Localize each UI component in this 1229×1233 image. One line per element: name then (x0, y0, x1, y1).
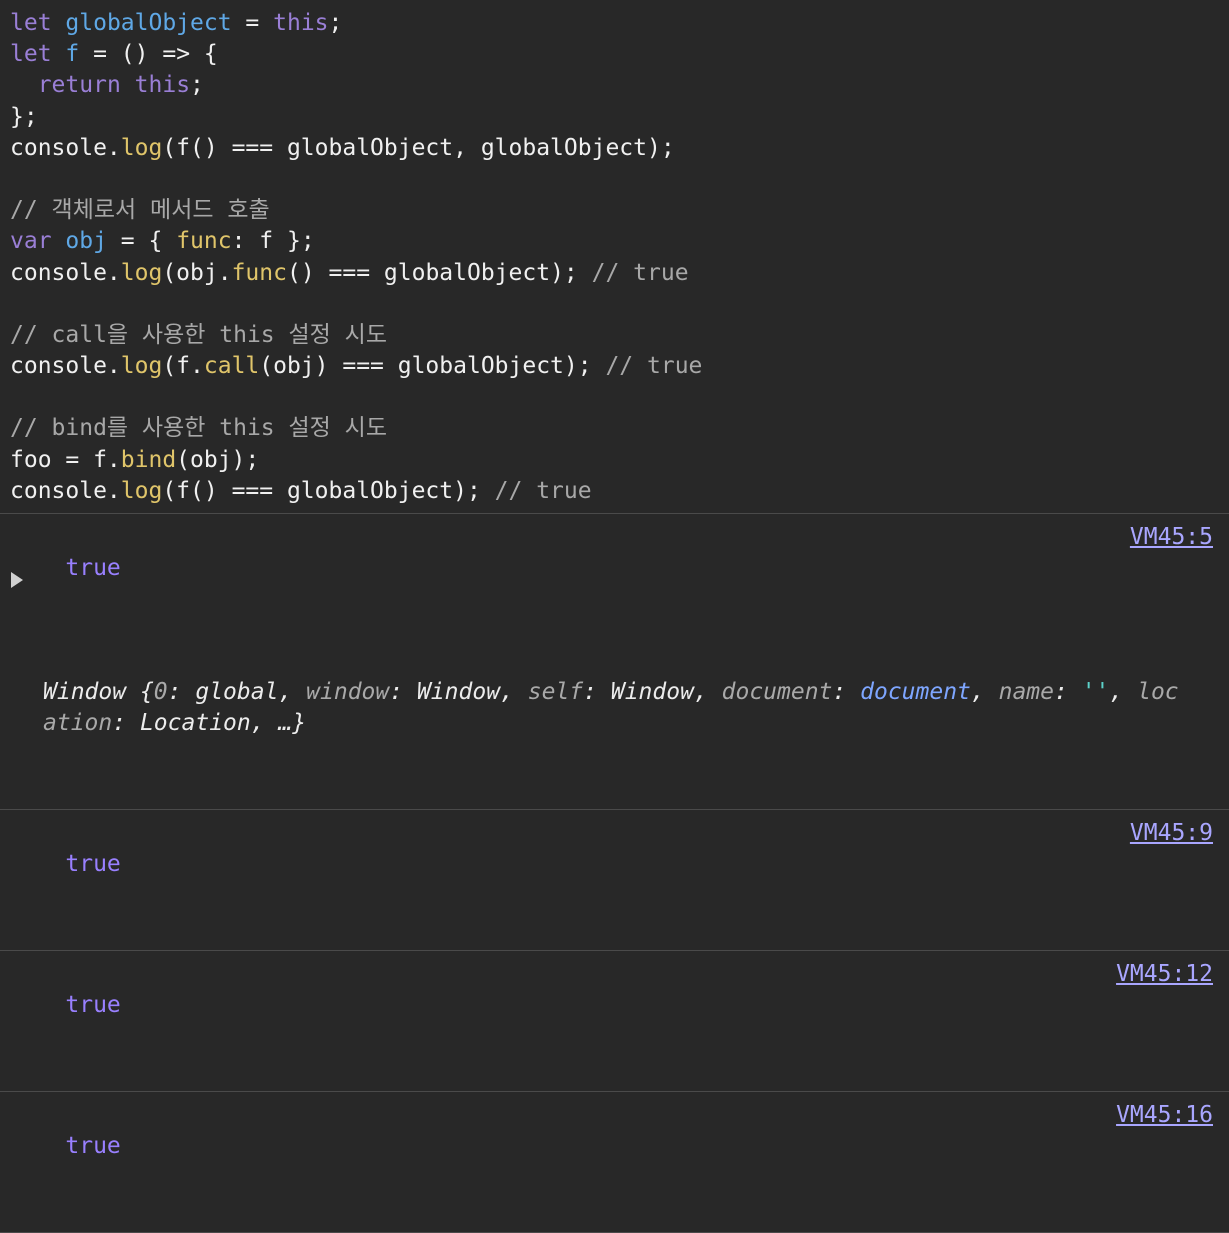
code-comment: // true (494, 477, 592, 504)
code-text: = (231, 10, 274, 36)
function-name: log (120, 353, 163, 380)
code-line-2: let f = () => { (10, 39, 1229, 70)
code-text: (obj. (162, 259, 232, 286)
code-text: (obj); (176, 446, 260, 473)
keyword: return (37, 72, 121, 99)
code-line-12: console.log(f.call(obj) === globalObject… (10, 351, 1229, 382)
object-type: Window (43, 679, 140, 705)
code-comment: // true (591, 259, 689, 286)
code-text: (f. (162, 353, 204, 380)
console-message: true VM45:16 (0, 1091, 1229, 1233)
code-line-1: let globalObject = this; (10, 8, 1229, 39)
source-link[interactable]: VM45:16 (1116, 1100, 1213, 1131)
console-message: true VM45:5 Window {0: global, window: W… (0, 513, 1229, 809)
source-link[interactable]: VM45:5 (1130, 522, 1213, 553)
property-key: name (998, 679, 1054, 705)
keyword: this (273, 10, 329, 36)
keyword: var (10, 228, 52, 255)
function-name: log (120, 259, 163, 286)
code-line-8: var obj = { func: f }; (10, 226, 1229, 257)
ellipsis: , …} (250, 710, 307, 736)
code-line-15: foo = f.bind(obj); (10, 445, 1229, 476)
function-name: func (231, 259, 287, 286)
console-value: true (65, 555, 121, 581)
code-line-3: return this; (10, 70, 1229, 101)
code-text: : f }; (231, 228, 315, 255)
code-text: (f() === globalObject, globalObject); (162, 134, 675, 161)
code-text: console. (10, 477, 121, 504)
expand-triangle-icon[interactable] (11, 572, 23, 588)
code-text: = () => { (79, 41, 218, 68)
code-line-16: console.log(f() === globalObject); // tr… (10, 476, 1229, 507)
property-key: self (527, 679, 584, 705)
code-line-9: console.log(obj.func() === globalObject)… (10, 258, 1229, 289)
code-text: () === globalObject); (286, 259, 592, 286)
code-text: console. (10, 259, 121, 286)
property-value: document (860, 679, 971, 705)
property-value: Window (610, 679, 694, 705)
function-name: call (203, 353, 260, 380)
code-text: = { (106, 228, 177, 255)
property-value: '' (1081, 679, 1110, 705)
code-text: console. (10, 353, 121, 380)
property-key: 0 (153, 679, 168, 705)
code-text: ; (190, 72, 204, 99)
window-object-preview[interactable]: Window {0: global, window: Window, self:… (10, 677, 1183, 739)
brace: { (139, 679, 154, 705)
code-line-5: console.log(f() === globalObject, global… (10, 133, 1229, 164)
console-message: true VM45:9 (0, 809, 1229, 950)
console-output: true VM45:5 Window {0: global, window: W… (0, 513, 1229, 1233)
code-comment: // bind를 사용한 this 설정 시도 (10, 415, 387, 442)
console-value: true (65, 992, 121, 1018)
property-key: window (306, 679, 390, 705)
variable: f (65, 41, 80, 68)
property-name: func (176, 228, 232, 255)
function-name: log (120, 134, 163, 161)
keyword: let (10, 41, 52, 68)
variable: obj (65, 228, 107, 255)
keyword: let (10, 10, 52, 36)
keyword: this (134, 72, 191, 99)
function-name: bind (120, 446, 177, 473)
code-text: (obj) === globalObject); (259, 353, 606, 380)
code-text: (f() === globalObject); (162, 477, 495, 504)
source-link[interactable]: VM45:9 (1130, 818, 1213, 849)
variable: globalObject (65, 10, 232, 36)
console-value: true (65, 1133, 121, 1159)
code-editor: let globalObject = this; let f = () => {… (0, 0, 1229, 507)
console-message: true VM45:12 (0, 950, 1229, 1091)
code-comment: // 객체로서 메서드 호출 (10, 197, 270, 224)
code-text: ; (328, 10, 343, 36)
console-value: true (65, 851, 121, 877)
code-text: console. (10, 134, 121, 161)
property-value: Location (139, 710, 251, 736)
code-comment: // true (605, 353, 703, 380)
code-text: foo = f. (10, 446, 121, 473)
property-value: global (195, 679, 279, 705)
property-key: document (721, 679, 833, 705)
code-comment: // call을 사용한 this 설정 시도 (10, 321, 387, 348)
code-line-4: }; (10, 103, 38, 130)
source-link[interactable]: VM45:12 (1116, 959, 1213, 990)
property-value: Window (416, 679, 501, 705)
function-name: log (120, 477, 163, 504)
